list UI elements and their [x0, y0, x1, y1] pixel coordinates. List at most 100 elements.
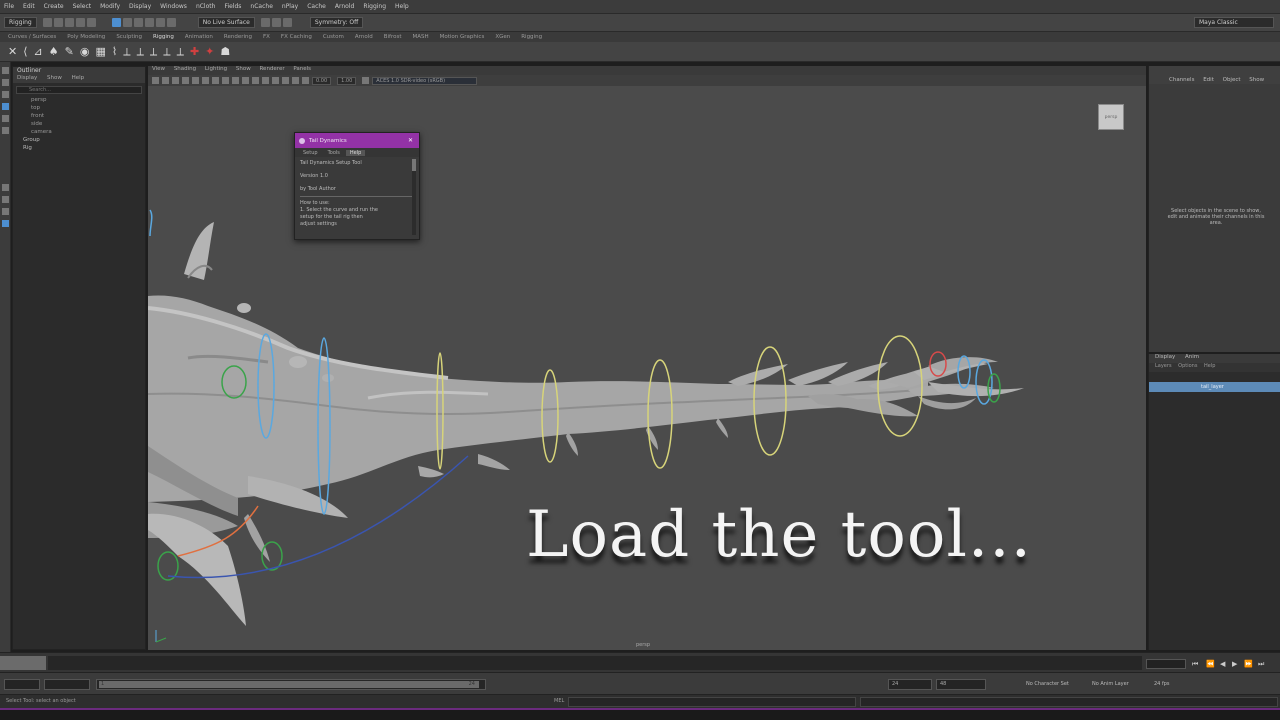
shelf-tab[interactable]: Rigging [521, 34, 542, 40]
view-transform-dropdown[interactable]: ACES 1.0 SDR-video (sRGB) [372, 76, 478, 85]
xray-joints-icon[interactable] [302, 77, 309, 84]
tail-tool-icon[interactable]: ✚ [190, 45, 199, 58]
layer-menu-help[interactable]: Help [1204, 363, 1215, 369]
xray-icon[interactable] [292, 77, 299, 84]
outliner-layout-icon[interactable] [2, 220, 9, 227]
tool-window-scrollbar[interactable] [412, 159, 416, 235]
layer-menu-options[interactable]: Options [1178, 363, 1197, 369]
film-gate-icon[interactable] [202, 77, 209, 84]
exposure-field[interactable]: 0.00 [312, 76, 332, 85]
aim-constraint-icon[interactable]: ⟂ [177, 45, 184, 59]
shelf-tab[interactable]: MASH [412, 34, 428, 40]
shelf-tab[interactable]: Custom [323, 34, 344, 40]
range-end-field[interactable]: 48 [936, 679, 986, 690]
menu-set-dropdown[interactable]: Rigging [4, 17, 37, 28]
viewport-menu-renderer[interactable]: Renderer [259, 66, 284, 72]
outliner-search-input[interactable]: Search... [16, 86, 142, 94]
play-forward-icon[interactable]: ▶ [1232, 660, 1237, 668]
viewport-menu-view[interactable]: View [152, 66, 165, 72]
outliner-menu-show[interactable]: Show [47, 75, 62, 81]
menu-item[interactable]: Cache [307, 3, 326, 10]
camera-attributes-icon[interactable] [162, 77, 169, 84]
snap-point-icon[interactable] [166, 18, 176, 27]
bind-skin-icon[interactable]: ♠ [49, 45, 59, 58]
ik-spline-icon[interactable]: ⊿ [34, 45, 43, 58]
cluster-icon[interactable]: ◉ [80, 45, 90, 58]
time-slider[interactable]: ⏮ ⏪ ◀ ▶ ⏩ ⏭ [0, 652, 1280, 672]
menu-item[interactable]: nCloth [196, 3, 216, 10]
lasso-tool-icon[interactable] [2, 79, 9, 86]
render-settings-icon[interactable] [282, 18, 292, 27]
smooth-shade-icon[interactable] [242, 77, 249, 84]
select-hierarchy-icon[interactable] [111, 18, 121, 27]
isolate-select-icon[interactable] [282, 77, 289, 84]
range-start-field[interactable] [4, 679, 40, 690]
menu-item[interactable]: Edit [23, 3, 35, 10]
tail-rig-icon[interactable]: ✦ [205, 45, 214, 58]
render-icon[interactable] [260, 18, 270, 27]
viewport-menu-lighting[interactable]: Lighting [205, 66, 227, 72]
shelf-tab[interactable]: Rigging [153, 34, 174, 40]
menu-item[interactable]: nCache [250, 3, 272, 10]
playhead[interactable] [0, 656, 46, 670]
lights-icon[interactable] [262, 77, 269, 84]
channel-menu-edit[interactable]: Edit [1203, 77, 1214, 83]
viewport-menu-show[interactable]: Show [236, 66, 251, 72]
joint-tool-icon[interactable]: ✕ [8, 45, 17, 58]
scroll-thumb[interactable] [412, 159, 416, 171]
live-surface-field[interactable]: No Live Surface [197, 17, 255, 28]
outliner-item[interactable]: front [13, 113, 145, 121]
workspace-dropdown[interactable]: Maya Classic [1194, 17, 1274, 28]
tab-display[interactable]: Display [1155, 354, 1175, 360]
shelf-tab[interactable]: Rendering [224, 34, 252, 40]
shelf-tab[interactable]: Bifrost [384, 34, 402, 40]
menu-item[interactable]: nPlay [282, 3, 298, 10]
outliner-item[interactable]: side [13, 121, 145, 129]
menu-item[interactable]: File [4, 3, 14, 10]
color-management-icon[interactable] [362, 77, 370, 84]
gamma-field[interactable]: 1.00 [337, 76, 357, 85]
range-slider[interactable]: 1 24 [96, 679, 486, 690]
step-back-icon[interactable]: ⏪ [1206, 660, 1215, 668]
shelf-tab[interactable]: Sculpting [116, 34, 142, 40]
paint-select-icon[interactable] [2, 91, 9, 98]
tab-tools[interactable]: Tools [324, 150, 344, 156]
menu-item[interactable]: Display [129, 3, 151, 10]
outliner-group[interactable]: Group [13, 137, 145, 145]
resolution-gate-icon[interactable] [212, 77, 219, 84]
command-line-input[interactable] [568, 697, 856, 707]
select-component-icon[interactable] [133, 18, 143, 27]
outliner-menu-display[interactable]: Display [17, 75, 37, 81]
outliner-menu-help[interactable]: Help [72, 75, 85, 81]
timeline-ruler[interactable] [48, 656, 1142, 670]
go-to-end-icon[interactable]: ⏭ [1258, 660, 1264, 669]
wire-icon[interactable]: ⌇ [112, 45, 117, 58]
scale-tool-icon[interactable] [2, 127, 9, 134]
camera-icon[interactable] [152, 77, 159, 84]
orient-constraint-icon[interactable]: ⟂ [150, 45, 157, 59]
snap-grid-icon[interactable] [144, 18, 154, 27]
shelf-tab[interactable]: Curves / Surfaces [8, 34, 56, 40]
channel-menu-channels[interactable]: Channels [1169, 77, 1194, 83]
fps-dropdown[interactable]: 24 fps [1154, 679, 1170, 690]
range-slider-handle[interactable]: 1 24 [99, 681, 479, 688]
select-tool-icon[interactable] [2, 67, 9, 74]
shelf-tab[interactable]: FX Caching [281, 34, 312, 40]
layer-row[interactable]: tail_layer [1149, 382, 1280, 392]
move-tool-icon[interactable] [2, 103, 9, 110]
point-constraint-icon[interactable]: ⟂ [137, 45, 144, 59]
menu-item[interactable]: Windows [160, 3, 187, 10]
parent-constraint-icon[interactable]: ⟂ [123, 45, 130, 59]
menu-item[interactable]: Select [73, 3, 92, 10]
scale-constraint-icon[interactable]: ⟂ [163, 45, 170, 59]
playback-end-field[interactable]: 24 [888, 679, 932, 690]
outliner-item[interactable]: persp [13, 97, 145, 105]
four-view-icon[interactable] [2, 196, 9, 203]
shelf-tab[interactable]: Animation [185, 34, 213, 40]
lattice-icon[interactable]: ▦ [95, 45, 105, 58]
snap-curve-icon[interactable] [155, 18, 165, 27]
menu-item[interactable]: Help [395, 3, 409, 10]
go-to-start-icon[interactable]: ⏮ [1192, 660, 1198, 669]
outliner-group[interactable]: Rig [13, 145, 145, 153]
image-plane-icon[interactable] [182, 77, 189, 84]
